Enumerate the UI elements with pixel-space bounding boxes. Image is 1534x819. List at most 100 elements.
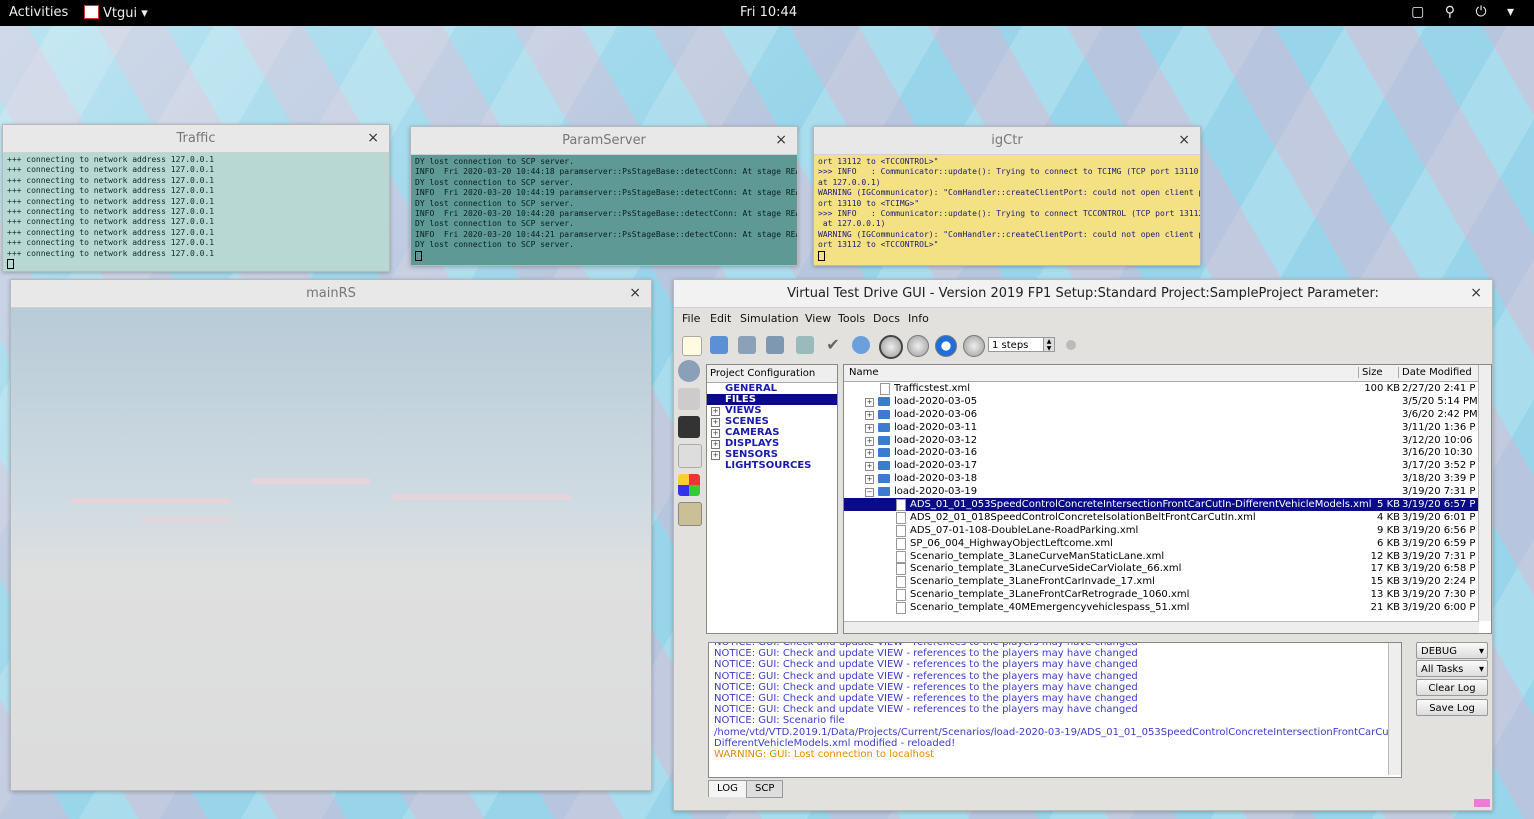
file-list-vertical-scrollbar[interactable] <box>1478 365 1491 621</box>
folder-row[interactable]: + load-2020-03-16 3/16/20 10:30 <box>844 446 1491 459</box>
expand-icon[interactable]: + <box>711 440 720 449</box>
config-item-lightsources[interactable]: LIGHTSOURCES <box>707 460 837 471</box>
menu-view[interactable]: View <box>805 312 831 325</box>
igctr-terminal-output[interactable]: ort 13112 to <TCCONTROL>" >>> INFO : Comm… <box>814 155 1200 265</box>
refresh-icon[interactable] <box>852 336 870 354</box>
check-icon[interactable]: ✔ <box>824 336 842 354</box>
play-button[interactable] <box>879 335 903 359</box>
expand-icon[interactable]: + <box>711 451 720 460</box>
system-tray[interactable]: ▢ ⚲ ⏻ ▾ <box>1411 4 1522 20</box>
save-icon[interactable] <box>738 336 756 354</box>
settings-gear-icon[interactable] <box>678 360 700 382</box>
traffic-terminal-output[interactable]: +++ connecting to network address 127.0.… <box>3 153 389 271</box>
expand-icon[interactable]: − <box>865 488 874 498</box>
vehicle-icon[interactable] <box>678 388 700 410</box>
file-row[interactable]: ADS_01_01_053SpeedControlConcreteInterse… <box>844 498 1491 512</box>
file-name: Scenario_template_3LaneFrontCarInvade_17… <box>910 576 1155 588</box>
expand-icon[interactable]: + <box>865 475 874 485</box>
column-name[interactable]: Name <box>846 367 879 378</box>
stop-button[interactable] <box>935 335 957 357</box>
inspect-icon[interactable] <box>678 444 702 468</box>
pause-button[interactable] <box>907 335 929 357</box>
file-row[interactable]: ADS_02_01_018SpeedControlConcreteIsolati… <box>844 511 1491 524</box>
camera-icon[interactable] <box>678 416 700 438</box>
new-file-icon[interactable] <box>682 336 702 356</box>
file-row[interactable]: Trafficstest.xml 100 KB 2/27/20 2:41 P <box>844 382 1491 395</box>
file-row[interactable]: SP_06_004_HighwayObjectLeftcome.xml 6 KB 3… <box>844 537 1491 550</box>
terminal-line: DY lost connection to SCP server. <box>415 240 574 250</box>
expand-icon[interactable]: + <box>865 410 874 420</box>
clear-log-button[interactable]: Clear Log <box>1416 679 1488 696</box>
mainrs-titlebar[interactable]: mainRS × <box>11 280 651 308</box>
expand-icon[interactable]: + <box>711 418 720 427</box>
close-icon[interactable]: × <box>1470 280 1482 307</box>
file-row[interactable]: Scenario_template_3LaneFrontCarRetrograd… <box>844 588 1491 602</box>
expand-icon[interactable]: + <box>865 449 874 459</box>
column-size[interactable]: Size <box>1358 367 1383 378</box>
tools-icon[interactable] <box>796 336 814 354</box>
menu-tools[interactable]: Tools <box>838 312 865 325</box>
expand-icon[interactable]: + <box>865 397 874 407</box>
palette-icon[interactable] <box>678 474 700 496</box>
save-log-button[interactable]: Save Log <box>1416 699 1488 716</box>
render-viewport[interactable] <box>11 308 651 790</box>
open-folder-icon[interactable] <box>710 336 728 354</box>
folder-row[interactable]: + load-2020-03-18 3/18/20 3:39 P <box>844 472 1491 485</box>
expand-icon[interactable]: + <box>865 436 874 446</box>
paramserver-terminal-output[interactable]: DY lost connection to SCP server. INFO Fr… <box>411 155 797 265</box>
file-name: Trafficstest.xml <box>894 383 971 394</box>
folder-row[interactable]: − load-2020-03-19 3/19/20 7:31 P <box>844 485 1491 498</box>
log-scrollbar[interactable] <box>1388 643 1401 775</box>
paramserver-titlebar[interactable]: ParamServer × <box>411 127 797 155</box>
folder-icon <box>878 474 890 484</box>
editor-icon[interactable] <box>678 502 702 526</box>
menu-edit[interactable]: Edit <box>710 312 731 325</box>
close-icon[interactable]: × <box>775 127 787 154</box>
menu-docs[interactable]: Docs <box>873 312 900 325</box>
log-tasks-select[interactable]: All Tasks <box>1416 660 1488 678</box>
expand-icon[interactable]: + <box>711 429 720 438</box>
close-icon[interactable]: × <box>367 125 379 152</box>
file-list-horizontal-scrollbar[interactable] <box>844 621 1479 633</box>
config-item-general[interactable]: GENERAL <box>707 383 837 394</box>
log-level-select[interactable]: DEBUG <box>1416 642 1488 660</box>
step-button[interactable] <box>963 335 985 357</box>
config-item-scenes[interactable]: + SCENES <box>707 416 837 427</box>
menu-simulation[interactable]: Simulation <box>740 312 799 325</box>
config-item-displays[interactable]: + DISPLAYS <box>707 438 837 449</box>
config-item-files[interactable]: FILES <box>707 394 837 405</box>
file-row[interactable]: Scenario_template_3LaneCurveSideCarViola… <box>844 562 1491 576</box>
vtd-titlebar[interactable]: Virtual Test Drive GUI - Version 2019 FP… <box>674 280 1492 308</box>
menu-info[interactable]: Info <box>908 312 929 325</box>
activities-button[interactable]: Activities <box>9 5 68 20</box>
folder-row[interactable]: + load-2020-03-05 3/5/20 5:14 PM <box>844 395 1491 408</box>
config-item-cameras[interactable]: + CAMERAS <box>707 427 837 438</box>
save-as-icon[interactable] <box>766 336 784 354</box>
log-output[interactable]: NOTICE: GUI: Check and update VIEW - ref… <box>708 642 1402 778</box>
menu-file[interactable]: File <box>682 312 700 325</box>
file-row[interactable]: ADS_07-01-108-DoubleLane-RoadParking.xml… <box>844 524 1491 537</box>
folder-icon <box>878 448 890 458</box>
folder-row[interactable]: + load-2020-03-17 3/17/20 3:52 P <box>844 459 1491 472</box>
app-menu[interactable]: Vtgui ▾ <box>84 5 148 21</box>
file-row[interactable]: Scenario_template_40MEmergencyvehiclespa… <box>844 601 1491 615</box>
file-row[interactable]: Scenario_template_3LaneFrontCarInvade_17… <box>844 575 1491 589</box>
column-date-modified[interactable]: Date Modified <box>1398 367 1472 378</box>
expand-icon[interactable]: + <box>711 407 720 416</box>
config-item-views[interactable]: + VIEWS <box>707 405 837 416</box>
close-icon[interactable]: × <box>1178 127 1190 154</box>
file-row[interactable]: Scenario_template_3LaneCurveManStaticLan… <box>844 550 1491 563</box>
tab-log[interactable]: LOG <box>708 780 747 797</box>
folder-row[interactable]: + load-2020-03-11 3/11/20 1:36 P <box>844 421 1491 434</box>
clock[interactable]: Fri 10:44 <box>740 5 797 20</box>
expand-icon[interactable]: + <box>865 423 874 433</box>
expand-icon[interactable]: + <box>865 462 874 472</box>
folder-row[interactable]: + load-2020-03-06 3/6/20 2:42 PM <box>844 408 1491 421</box>
tab-scp[interactable]: SCP <box>746 780 784 798</box>
folder-row[interactable]: + load-2020-03-12 3/12/20 10:06 <box>844 434 1491 447</box>
config-item-sensors[interactable]: + SENSORS <box>707 449 837 460</box>
traffic-titlebar[interactable]: Traffic × <box>3 125 389 153</box>
steps-spinner[interactable]: ▲ ▼ <box>1043 337 1055 352</box>
close-icon[interactable]: × <box>629 280 641 307</box>
igctr-titlebar[interactable]: igCtr × <box>814 127 1200 155</box>
